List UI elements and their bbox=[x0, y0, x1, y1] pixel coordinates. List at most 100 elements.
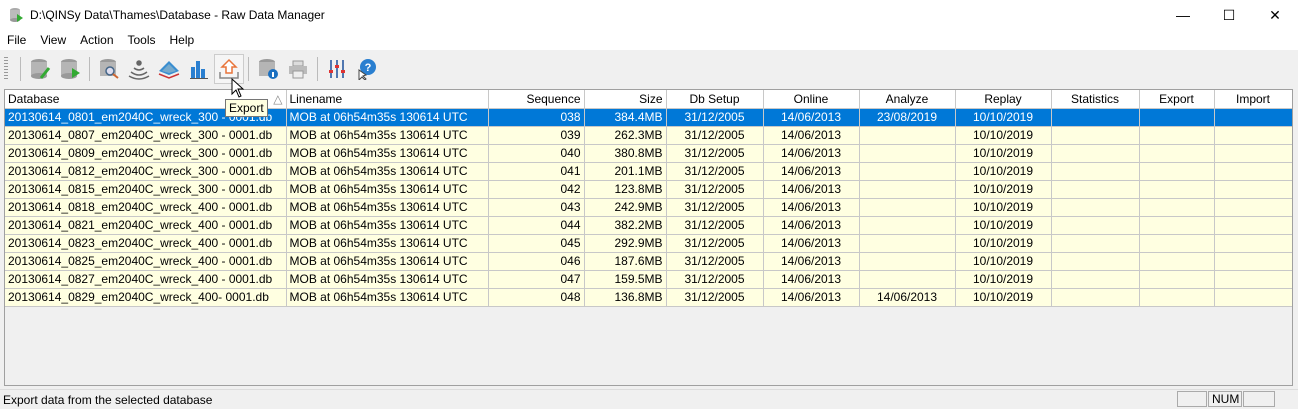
column-header-label: Sequence bbox=[526, 91, 581, 106]
menu-bar: File View Action Tools Help bbox=[0, 30, 1298, 50]
column-header-online[interactable]: Online bbox=[763, 90, 860, 109]
cell-size: 380.8MB bbox=[584, 144, 667, 163]
cell-export bbox=[1139, 252, 1215, 271]
cell-replay: 10/10/2019 bbox=[955, 270, 1052, 289]
run-database-icon[interactable] bbox=[55, 54, 85, 84]
svg-text:?: ? bbox=[365, 62, 372, 74]
sonar-icon[interactable] bbox=[124, 54, 154, 84]
cell-database: 20130614_0812_em2040C_wreck_300 - 0001.d… bbox=[5, 162, 287, 181]
toolbar-separator bbox=[89, 56, 90, 81]
column-header-import[interactable]: Import bbox=[1214, 90, 1292, 109]
num-lock-indicator: NUM bbox=[1208, 391, 1242, 407]
cell-database: 20130614_0823_em2040C_wreck_400 - 0001.d… bbox=[5, 234, 287, 253]
cell-size: 123.8MB bbox=[584, 180, 667, 199]
cell-online: 14/06/2013 bbox=[763, 252, 860, 271]
menu-help[interactable]: Help bbox=[163, 33, 202, 47]
table-row[interactable]: 20130614_0825_em2040C_wreck_400 - 0001.d… bbox=[5, 252, 1292, 271]
cell-db-setup: 31/12/2005 bbox=[666, 180, 764, 199]
cell-export bbox=[1139, 180, 1215, 199]
cell-analyze bbox=[859, 198, 956, 217]
edit-database-icon[interactable] bbox=[25, 54, 55, 84]
cell-database: 20130614_0821_em2040C_wreck_400 - 0001.d… bbox=[5, 216, 287, 235]
table-row[interactable]: 20130614_0821_em2040C_wreck_400 - 0001.d… bbox=[5, 216, 1292, 235]
status-pane bbox=[1243, 391, 1275, 407]
inspect-database-icon[interactable] bbox=[94, 54, 124, 84]
table-row[interactable]: 20130614_0812_em2040C_wreck_300 - 0001.d… bbox=[5, 162, 1292, 181]
surface-icon[interactable] bbox=[154, 54, 184, 84]
column-header-label: Size bbox=[639, 91, 663, 106]
cell-online: 14/06/2013 bbox=[763, 144, 860, 163]
column-header-analyze[interactable]: Analyze bbox=[859, 90, 956, 109]
column-header-label: Export bbox=[1159, 91, 1194, 106]
menu-view[interactable]: View bbox=[33, 33, 73, 47]
menu-file[interactable]: File bbox=[0, 33, 33, 47]
table-row[interactable]: 20130614_0809_em2040C_wreck_300 - 0001.d… bbox=[5, 144, 1292, 163]
cell-sequence: 047 bbox=[488, 270, 585, 289]
cell-import bbox=[1214, 108, 1292, 127]
cell-replay: 10/10/2019 bbox=[955, 252, 1052, 271]
table-row[interactable]: 20130614_0801_em2040C_wreck_300 - 0001.d… bbox=[5, 108, 1292, 127]
column-header-label: Database bbox=[8, 91, 60, 106]
cell-db-setup: 31/12/2005 bbox=[666, 216, 764, 235]
cell-replay: 10/10/2019 bbox=[955, 234, 1052, 253]
cell-analyze bbox=[859, 144, 956, 163]
cell-export bbox=[1139, 198, 1215, 217]
column-header-label: Replay bbox=[984, 91, 1022, 106]
cell-export bbox=[1139, 162, 1215, 181]
cell-replay: 10/10/2019 bbox=[955, 126, 1052, 145]
cell-statistics bbox=[1051, 108, 1140, 127]
cell-analyze bbox=[859, 162, 956, 181]
cell-linename: MOB at 06h54m35s 130614 UTC bbox=[286, 162, 489, 181]
cell-size: 292.9MB bbox=[584, 234, 667, 253]
database-list[interactable]: Database △ Linename Sequence Size Db Setup Onl… bbox=[4, 89, 1293, 386]
print-icon[interactable] bbox=[283, 54, 313, 84]
menu-action[interactable]: Action bbox=[73, 33, 120, 47]
cell-online: 14/06/2013 bbox=[763, 180, 860, 199]
settings-icon[interactable] bbox=[322, 54, 352, 84]
cell-database: 20130614_0809_em2040C_wreck_300 - 0001.d… bbox=[5, 144, 287, 163]
column-header-sequence[interactable]: Sequence bbox=[488, 90, 585, 109]
cell-linename: MOB at 06h54m35s 130614 UTC bbox=[286, 144, 489, 163]
cell-import bbox=[1214, 180, 1292, 199]
cell-online: 14/06/2013 bbox=[763, 216, 860, 235]
maximize-button[interactable]: ☐ bbox=[1206, 0, 1252, 30]
cell-replay: 10/10/2019 bbox=[955, 198, 1052, 217]
column-header-export[interactable]: Export bbox=[1139, 90, 1215, 109]
close-button[interactable]: ✕ bbox=[1252, 0, 1298, 30]
column-header-db-setup[interactable]: Db Setup bbox=[666, 90, 764, 109]
app-database-icon bbox=[10, 8, 23, 22]
cell-db-setup: 31/12/2005 bbox=[666, 270, 764, 289]
minimize-button[interactable]: — bbox=[1160, 0, 1206, 30]
cell-sequence: 039 bbox=[488, 126, 585, 145]
column-header-statistics[interactable]: Statistics bbox=[1051, 90, 1140, 109]
cell-db-setup: 31/12/2005 bbox=[666, 234, 764, 253]
cell-export bbox=[1139, 288, 1215, 307]
cell-replay: 10/10/2019 bbox=[955, 144, 1052, 163]
table-row[interactable]: 20130614_0829_em2040C_wreck_400- 0001.db… bbox=[5, 288, 1292, 307]
table-row[interactable]: 20130614_0807_em2040C_wreck_300 - 0001.d… bbox=[5, 126, 1292, 145]
help-icon[interactable]: ? bbox=[352, 54, 382, 84]
menu-tools[interactable]: Tools bbox=[121, 33, 163, 47]
cell-sequence: 046 bbox=[488, 252, 585, 271]
cell-db-setup: 31/12/2005 bbox=[666, 126, 764, 145]
table-row[interactable]: 20130614_0823_em2040C_wreck_400 - 0001.d… bbox=[5, 234, 1292, 253]
database-info-icon[interactable] bbox=[253, 54, 283, 84]
toolbar-grip[interactable] bbox=[4, 56, 8, 81]
cell-linename: MOB at 06h54m35s 130614 UTC bbox=[286, 126, 489, 145]
cell-sequence: 044 bbox=[488, 216, 585, 235]
table-row[interactable]: 20130614_0818_em2040C_wreck_400 - 0001.d… bbox=[5, 198, 1292, 217]
column-header-replay[interactable]: Replay bbox=[955, 90, 1052, 109]
cell-statistics bbox=[1051, 198, 1140, 217]
column-header-size[interactable]: Size bbox=[584, 90, 667, 109]
statistics-icon[interactable] bbox=[184, 54, 214, 84]
column-header-linename[interactable]: Linename bbox=[286, 90, 489, 109]
cell-import bbox=[1214, 126, 1292, 145]
cell-import bbox=[1214, 288, 1292, 307]
cell-export bbox=[1139, 108, 1215, 127]
status-bar: Export data from the selected database bbox=[0, 389, 1298, 409]
table-row[interactable]: 20130614_0827_em2040C_wreck_400 - 0001.d… bbox=[5, 270, 1292, 289]
cell-online: 14/06/2013 bbox=[763, 108, 860, 127]
sort-ascending-icon: △ bbox=[273, 91, 283, 106]
table-row[interactable]: 20130614_0815_em2040C_wreck_300 - 0001.d… bbox=[5, 180, 1292, 199]
cell-export bbox=[1139, 144, 1215, 163]
